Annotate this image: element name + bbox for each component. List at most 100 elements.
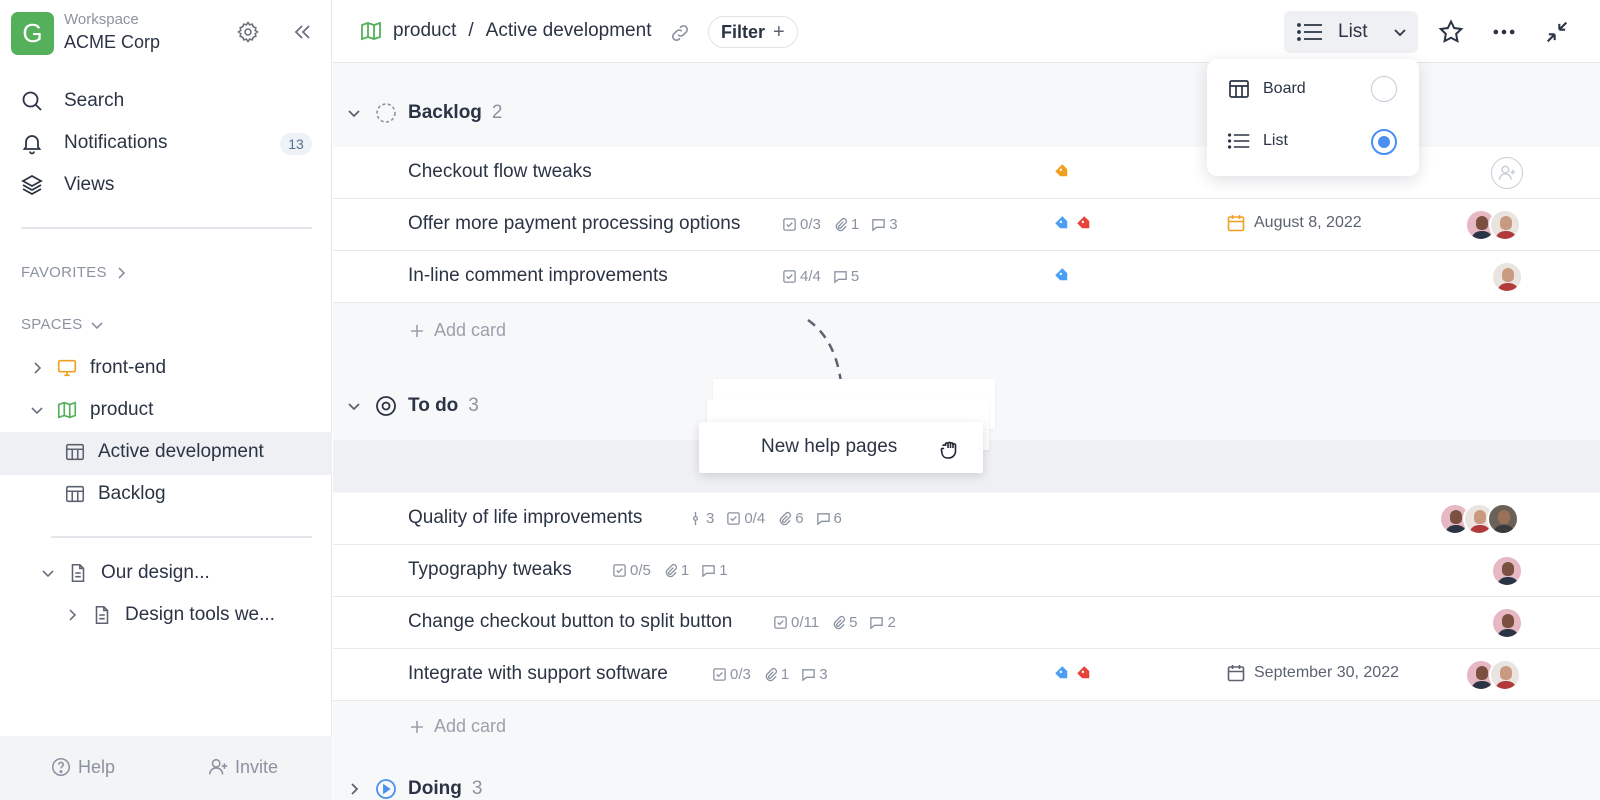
chevron-down-icon[interactable]	[345, 104, 363, 122]
chevron-right-icon[interactable]	[28, 359, 46, 377]
group-title-doing: Doing	[408, 778, 462, 799]
card-row[interactable]: Integrate with support software 0/3 1 3 …	[333, 649, 1600, 701]
add-card-label: Add card	[434, 320, 507, 340]
space-front-end[interactable]: front-end	[28, 357, 166, 379]
invite-button[interactable]: Invite	[207, 756, 278, 778]
view-option-list-radio[interactable]	[1371, 129, 1397, 155]
group-header-doing[interactable]: Doing 3	[333, 767, 1600, 800]
collapse-icon[interactable]	[1543, 18, 1571, 46]
doc-design-tools[interactable]: Design tools we...	[63, 604, 275, 626]
view-option-list[interactable]: List	[1227, 130, 1288, 152]
chevron-right-icon	[118, 266, 125, 279]
backlog-status-icon	[376, 103, 396, 123]
comment-icon	[872, 219, 885, 232]
view-dropdown-menu: Board List	[1207, 59, 1419, 176]
avatar	[1491, 607, 1523, 639]
gear-icon[interactable]	[236, 20, 260, 44]
card-title[interactable]: Typography tweaks	[408, 559, 572, 581]
card-title[interactable]: In-line comment improvements	[408, 265, 668, 287]
nav-search[interactable]: Search	[20, 89, 124, 113]
spaces-label: SPACES	[21, 316, 83, 333]
dragging-card[interactable]: New help pages	[699, 422, 983, 473]
card-row[interactable]: Typography tweaks 0/5 1 1	[333, 545, 1600, 597]
checklist-count: 0/5	[630, 562, 651, 579]
card-assignees[interactable]	[1491, 555, 1523, 587]
calendar-icon	[1227, 215, 1245, 232]
card-assignees[interactable]	[1465, 209, 1521, 241]
board-backlog[interactable]: Backlog	[64, 483, 166, 505]
due-date-label: September 30, 2022	[1254, 664, 1399, 681]
breadcrumb-board[interactable]: Active development	[486, 20, 652, 42]
chevron-down-icon[interactable]	[28, 401, 46, 419]
document-icon	[71, 563, 85, 583]
comment-count: 6	[833, 510, 842, 527]
filter-label: Filter	[721, 21, 766, 42]
card-assignees[interactable]	[1491, 607, 1523, 639]
view-switcher-label: List	[1338, 21, 1368, 42]
workspace-name: ACME Corp	[64, 32, 161, 52]
doc-our-design[interactable]: Our design...	[39, 562, 210, 584]
view-option-board[interactable]: Board	[1227, 77, 1306, 101]
card-row[interactable]: In-line comment improvements 4/4 5	[333, 251, 1600, 303]
breadcrumb-space[interactable]: product	[393, 20, 456, 42]
card-assignees[interactable]	[1465, 659, 1521, 691]
card-row[interactable]: Change checkout button to split button 0…	[333, 597, 1600, 649]
card-tags	[1055, 216, 1099, 232]
assign-user-button[interactable]	[1491, 157, 1523, 189]
due-date[interactable]: August 8, 2022	[1226, 213, 1362, 233]
card-title[interactable]: Checkout flow tweaks	[408, 161, 592, 183]
card-tags	[1055, 268, 1077, 284]
chevron-right-icon[interactable]	[63, 606, 81, 624]
link-icon[interactable]	[669, 22, 691, 44]
chevron-right-icon[interactable]	[345, 780, 363, 798]
tag-icon	[1055, 268, 1068, 281]
checklist-icon	[783, 218, 796, 231]
nav-views[interactable]: Views	[20, 173, 114, 197]
star-icon[interactable]	[1437, 18, 1465, 46]
filter-button[interactable]: Filter +	[708, 16, 798, 48]
card-title[interactable]: Change checkout button to split button	[408, 611, 732, 633]
card-title[interactable]: Offer more payment processing options	[408, 213, 740, 235]
avatar	[1489, 209, 1521, 241]
help-icon	[51, 757, 71, 777]
doing-status-icon	[376, 779, 396, 799]
board-active-development-label: Active development	[98, 441, 264, 462]
card-row[interactable]: Offer more payment processing options 0/…	[333, 199, 1600, 251]
attachment-count: 1	[680, 562, 690, 579]
breadcrumb: product / Active development	[359, 19, 651, 43]
comment-icon	[834, 271, 847, 284]
card-title[interactable]: Quality of life improvements	[408, 507, 642, 529]
add-card-button[interactable]: Add card	[408, 716, 506, 737]
checklist-icon	[783, 270, 796, 283]
group-count-todo: 3	[468, 395, 479, 416]
workspace-logo: G	[11, 11, 54, 55]
card-title[interactable]: Integrate with support software	[408, 663, 668, 685]
nav-notifications[interactable]: Notifications	[20, 131, 168, 155]
add-card-button[interactable]: Add card	[408, 320, 506, 341]
collapse-sidebar-icon[interactable]	[290, 20, 314, 44]
help-button[interactable]: Help	[50, 756, 115, 778]
add-user-icon	[1498, 165, 1516, 180]
card-row[interactable]: Quality of life improvements 3 0/4 6 6	[333, 493, 1600, 545]
favorites-label: FAVORITES	[21, 264, 107, 281]
board-active-development[interactable]: Active development	[64, 441, 264, 463]
view-option-board-radio[interactable]	[1371, 76, 1397, 102]
board-icon	[65, 485, 85, 503]
spaces-section-header[interactable]: SPACES	[21, 316, 105, 333]
card-assignees[interactable]	[1439, 503, 1519, 535]
chevron-down-icon[interactable]	[39, 564, 57, 582]
due-date[interactable]: September 30, 2022	[1226, 663, 1399, 683]
chevron-down-icon[interactable]	[345, 397, 363, 415]
more-options-icon[interactable]	[1490, 18, 1518, 46]
favorites-section-header[interactable]: FAVORITES	[21, 264, 129, 281]
checklist-count: 0/4	[744, 510, 766, 527]
plus-icon	[411, 324, 423, 337]
sidebar-footer: Help Invite	[0, 736, 332, 800]
comment-count: 2	[887, 614, 896, 631]
view-switcher-button[interactable]: List	[1284, 11, 1418, 53]
monitor-icon	[57, 359, 77, 377]
card-assignees[interactable]	[1491, 261, 1523, 293]
space-product[interactable]: product	[28, 399, 153, 421]
card-meta: 0/5 1 1	[612, 562, 740, 579]
workspace-switcher[interactable]: G Workspace ACME Corp	[11, 11, 160, 55]
